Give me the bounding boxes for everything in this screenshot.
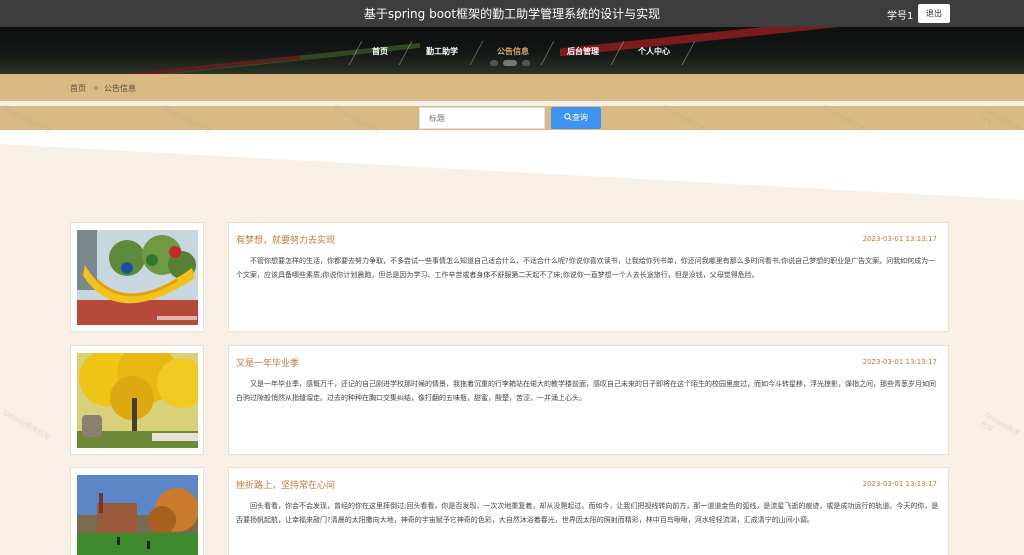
carousel-dot[interactable]	[522, 60, 530, 66]
nav-item-admin[interactable]: 后台管理	[567, 46, 599, 57]
username: 学号1	[887, 11, 914, 22]
title-search-input[interactable]	[419, 107, 545, 129]
notice-time: 2023-03-01 13:13:17	[862, 235, 937, 243]
notice-image	[77, 475, 198, 555]
search-button[interactable]: 查询	[551, 107, 601, 129]
breadcrumb-current: 公告信息	[104, 84, 136, 93]
notice-image	[77, 230, 198, 325]
carousel-dot-active[interactable]	[503, 60, 517, 66]
notice-excerpt: 不管你想要怎样的生活，你都要去努力争取，不多尝试一些事情怎么知道自己适合什么、不…	[236, 257, 936, 279]
notice-excerpt: 回头看看，你会不会发现，曾经的你在这里摔倒过;回头看看，你是否发现，一次次地重复…	[236, 502, 939, 524]
notice-thumbnail[interactable]	[70, 345, 204, 455]
breadcrumb-home[interactable]: 首页	[70, 83, 86, 94]
nav-item-notices[interactable]: 公告信息	[497, 46, 529, 57]
logout-button[interactable]: 退出	[918, 4, 950, 23]
decorative-background	[0, 130, 1024, 200]
notice-card[interactable]: 有梦想，就要努力去实现 2023-03-01 13:13:17 不管你想要怎样的…	[70, 222, 950, 332]
notice-time: 2023-03-01 13:13:17	[862, 480, 937, 488]
notice-time: 2023-03-01 13:13:17	[862, 358, 937, 366]
notice-image	[77, 353, 198, 448]
notice-body: 有梦想，就要努力去实现 2023-03-01 13:13:17 不管你想要怎样的…	[228, 222, 949, 332]
notice-thumbnail[interactable]	[70, 467, 204, 555]
notice-card[interactable]: 挫折路上，坚持常在心间 2023-03-01 13:13:17 回头看看，你会不…	[70, 467, 950, 555]
notice-card[interactable]: 又是一年毕业季 2023-03-01 13:13:17 又是一年毕业季，感慨万千…	[70, 345, 950, 455]
search-button-label: 查询	[572, 113, 588, 122]
top-bar: 基于spring boot框架的勤工助学管理系统的设计与实现 学号1 退出	[0, 0, 1024, 27]
notice-body: 挫折路上，坚持常在心间 2023-03-01 13:13:17 回头看看，你会不…	[228, 467, 949, 555]
notice-thumbnail[interactable]	[70, 222, 204, 332]
nav-item-home[interactable]: 首页	[372, 46, 388, 57]
notice-title[interactable]: 挫折路上，坚持常在心间	[236, 478, 335, 491]
search-icon	[564, 113, 572, 121]
notice-excerpt: 又是一年毕业季，感慨万千，还记的自己刚进学校那时候的情景，我拖着沉重的行李箱站在…	[236, 380, 936, 402]
notice-title[interactable]: 又是一年毕业季	[236, 356, 299, 369]
nav-item-profile[interactable]: 个人中心	[638, 46, 670, 57]
carousel-indicators	[490, 60, 540, 68]
app-title: 基于spring boot框架的勤工助学管理系统的设计与实现	[363, 7, 661, 21]
breadcrumb: 首页 公告信息	[0, 74, 1024, 101]
carousel-dot[interactable]	[490, 60, 498, 66]
search-bar: 查询	[0, 106, 1024, 130]
nav-item-work-study[interactable]: 勤工助学	[426, 46, 458, 57]
breadcrumb-separator	[94, 86, 98, 90]
notice-body: 又是一年毕业季 2023-03-01 13:13:17 又是一年毕业季，感慨万千…	[228, 345, 949, 455]
notice-title[interactable]: 有梦想，就要努力去实现	[236, 233, 335, 246]
